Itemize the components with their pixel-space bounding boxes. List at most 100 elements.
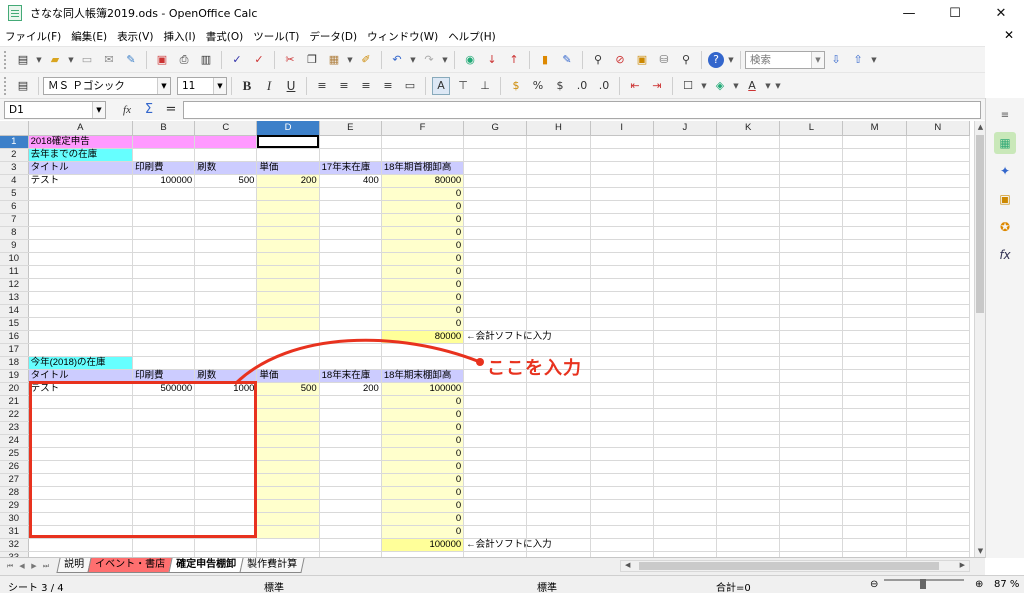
cell-m9[interactable] — [842, 239, 907, 253]
align-bottom-icon[interactable]: ⊥ — [476, 77, 494, 95]
cell-m21[interactable] — [842, 395, 907, 409]
cell-e3[interactable]: 17年末在庫 — [319, 161, 382, 175]
data-sources-icon[interactable]: ⛁ — [655, 51, 673, 69]
cell-e8[interactable] — [319, 226, 382, 240]
cell-k8[interactable] — [716, 226, 781, 240]
cell-n10[interactable] — [906, 252, 971, 266]
cell-g4[interactable] — [463, 174, 528, 188]
cell-i32[interactable] — [590, 538, 654, 552]
gallery-sidebar-icon[interactable]: ▣ — [994, 188, 1016, 210]
cell-h26[interactable] — [526, 460, 591, 474]
background-dropdown-icon[interactable]: ▼ — [731, 77, 741, 95]
cell-c13[interactable] — [194, 291, 258, 305]
cell-k26[interactable] — [716, 460, 781, 474]
cell-i19[interactable] — [590, 369, 654, 383]
font-color-icon[interactable]: A — [743, 77, 761, 95]
cell-e18[interactable] — [319, 356, 382, 370]
cell-f16[interactable]: 80000 — [381, 330, 465, 344]
cell-f10[interactable]: 0 — [381, 252, 465, 266]
cell-b28[interactable] — [132, 486, 196, 500]
cell-k14[interactable] — [716, 304, 781, 318]
cell-c3[interactable]: 刷数 — [194, 161, 258, 175]
cell-i7[interactable] — [590, 213, 654, 227]
zoom-in-icon[interactable]: ⊕ — [975, 579, 983, 590]
cell-k21[interactable] — [716, 395, 781, 409]
formula-input[interactable] — [183, 101, 981, 119]
zoom-out-icon[interactable]: ⊖ — [870, 579, 878, 590]
cell-j27[interactable] — [653, 473, 718, 487]
cell-l4[interactable] — [779, 174, 844, 188]
cell-i1[interactable] — [590, 135, 654, 149]
row-header[interactable]: 14 — [0, 304, 29, 318]
cell-n4[interactable] — [906, 174, 971, 188]
cell-k17[interactable] — [716, 343, 781, 357]
row-header[interactable]: 16 — [0, 330, 29, 344]
cell-i11[interactable] — [590, 265, 654, 279]
cell-n24[interactable] — [906, 434, 971, 448]
cell-j32[interactable] — [653, 538, 718, 552]
row-header[interactable]: 2 — [0, 148, 29, 162]
cell-a32[interactable] — [28, 538, 133, 552]
cell-f21[interactable]: 0 — [381, 395, 465, 409]
hyperlink-icon[interactable]: ◉ — [461, 51, 479, 69]
cell-b1[interactable] — [132, 135, 196, 149]
cell-l9[interactable] — [779, 239, 844, 253]
cell-d14[interactable] — [256, 304, 320, 318]
cell-j30[interactable] — [653, 512, 718, 526]
cell-n9[interactable] — [906, 239, 971, 253]
cell-f27[interactable]: 0 — [381, 473, 465, 487]
cell-n27[interactable] — [906, 473, 971, 487]
cell-h10[interactable] — [526, 252, 591, 266]
cell-i27[interactable] — [590, 473, 654, 487]
cell-m31[interactable] — [842, 525, 907, 539]
cell-e9[interactable] — [319, 239, 382, 253]
cell-c15[interactable] — [194, 317, 258, 331]
align-right-icon[interactable]: ≡ — [357, 77, 375, 95]
cell-a1[interactable]: 2018確定申告 — [28, 135, 133, 149]
sheet-tab-setsumei[interactable]: 説明 — [56, 558, 92, 573]
column-header-b[interactable]: B — [132, 121, 196, 136]
cell-d21[interactable] — [256, 395, 320, 409]
cell-f5[interactable]: 0 — [381, 187, 465, 201]
cell-d24[interactable] — [256, 434, 320, 448]
cell-i26[interactable] — [590, 460, 654, 474]
cell-i8[interactable] — [590, 226, 654, 240]
cell-c28[interactable] — [194, 486, 258, 500]
cell-e27[interactable] — [319, 473, 382, 487]
align-left-icon[interactable]: ≡ — [313, 77, 331, 95]
cell-m1[interactable] — [842, 135, 907, 149]
cell-j2[interactable] — [653, 148, 718, 162]
cell-n21[interactable] — [906, 395, 971, 409]
cell-m17[interactable] — [842, 343, 907, 357]
cell-d10[interactable] — [256, 252, 320, 266]
cell-a6[interactable] — [28, 200, 133, 214]
cell-f24[interactable]: 0 — [381, 434, 465, 448]
cell-c11[interactable] — [194, 265, 258, 279]
row-header[interactable]: 17 — [0, 343, 29, 357]
column-header-j[interactable]: J — [653, 121, 718, 136]
selection-mode[interactable]: 標準 — [537, 579, 557, 593]
cell-c5[interactable] — [194, 187, 258, 201]
cell-e5[interactable] — [319, 187, 382, 201]
cell-f6[interactable]: 0 — [381, 200, 465, 214]
cell-c23[interactable] — [194, 421, 258, 435]
add-decimal-icon[interactable]: .0 — [573, 77, 591, 95]
row-header[interactable]: 30 — [0, 512, 29, 526]
cell-e14[interactable] — [319, 304, 382, 318]
italic-button[interactable]: I — [260, 77, 278, 95]
cell-b21[interactable] — [132, 395, 196, 409]
cell-d23[interactable] — [256, 421, 320, 435]
column-header-e[interactable]: E — [319, 121, 382, 136]
cell-n15[interactable] — [906, 317, 971, 331]
cell-k13[interactable] — [716, 291, 781, 305]
cell-l7[interactable] — [779, 213, 844, 227]
cell-d9[interactable] — [256, 239, 320, 253]
cell-g31[interactable] — [463, 525, 528, 539]
cell-a7[interactable] — [28, 213, 133, 227]
cell-n2[interactable] — [906, 148, 971, 162]
cell-j23[interactable] — [653, 421, 718, 435]
cell-n20[interactable] — [906, 382, 971, 396]
search-dropdown-icon[interactable]: ▼ — [811, 51, 824, 68]
cell-n13[interactable] — [906, 291, 971, 305]
autospell-icon[interactable]: ✓ — [250, 51, 268, 69]
